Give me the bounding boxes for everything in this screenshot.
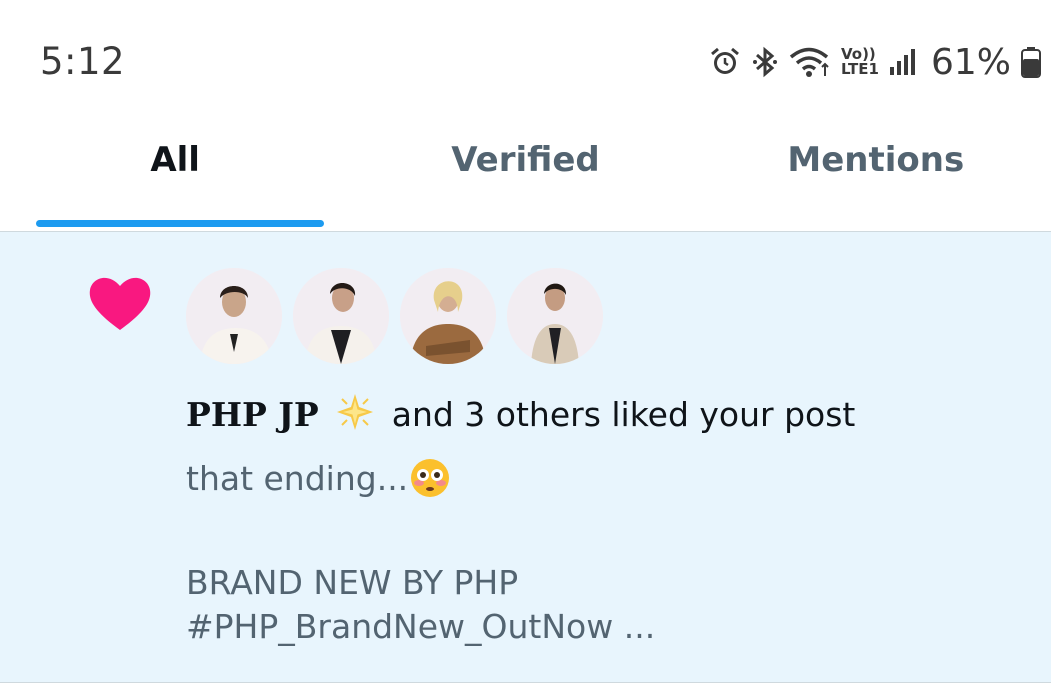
- user-name[interactable]: PHP JP: [186, 395, 319, 434]
- tab-label: Mentions: [787, 140, 965, 180]
- tab-verified[interactable]: Verified: [350, 115, 700, 231]
- avatar[interactable]: [293, 268, 389, 364]
- status-time: 5:12: [40, 40, 126, 83]
- tab-all[interactable]: All: [0, 115, 350, 231]
- battery-percent: 61%: [930, 41, 1011, 83]
- tab-mentions[interactable]: Mentions: [701, 115, 1051, 231]
- heart-icon: [88, 274, 152, 336]
- post-line-1-text: that ending...: [186, 459, 409, 498]
- alarm-icon: [709, 46, 741, 78]
- sparkle-star-emoji: [335, 392, 375, 440]
- bluetooth-icon: [751, 46, 779, 78]
- notification-summary: PHP JP and 3 others liked your post: [186, 392, 855, 440]
- post-hashtag[interactable]: #PHP_BrandNew_OutNow ...: [186, 605, 655, 649]
- avatar[interactable]: [186, 268, 282, 364]
- action-text: and 3 others liked your post: [391, 395, 856, 434]
- lte-label: LTE1: [840, 60, 879, 78]
- tab-label: Verified: [451, 140, 600, 180]
- like-notification[interactable]: PHP JP and 3 others liked your post that…: [0, 232, 1051, 683]
- status-bar: 5:12 Vo)) LTE1 61%: [0, 0, 1051, 115]
- flushed-face-emoji: [410, 458, 450, 509]
- post-line-2: BRAND NEW BY PHP: [186, 563, 519, 602]
- post-line-1: that ending...: [186, 457, 655, 509]
- tab-label: All: [150, 140, 200, 180]
- signal-icon: [889, 47, 917, 77]
- post-preview: that ending... BRAND NEW BY PHP #PHP_Bra…: [186, 457, 655, 649]
- battery-icon: [1021, 46, 1041, 78]
- active-tab-indicator: [36, 220, 324, 227]
- avatar[interactable]: [507, 268, 603, 364]
- volte-icon: Vo)) LTE1: [841, 47, 879, 77]
- wifi-icon: [789, 46, 831, 78]
- system-icons: Vo)) LTE1 61%: [709, 41, 1041, 83]
- notification-tabs: All Verified Mentions: [0, 115, 1051, 232]
- liker-avatars: [186, 268, 603, 364]
- avatar[interactable]: [400, 268, 496, 364]
